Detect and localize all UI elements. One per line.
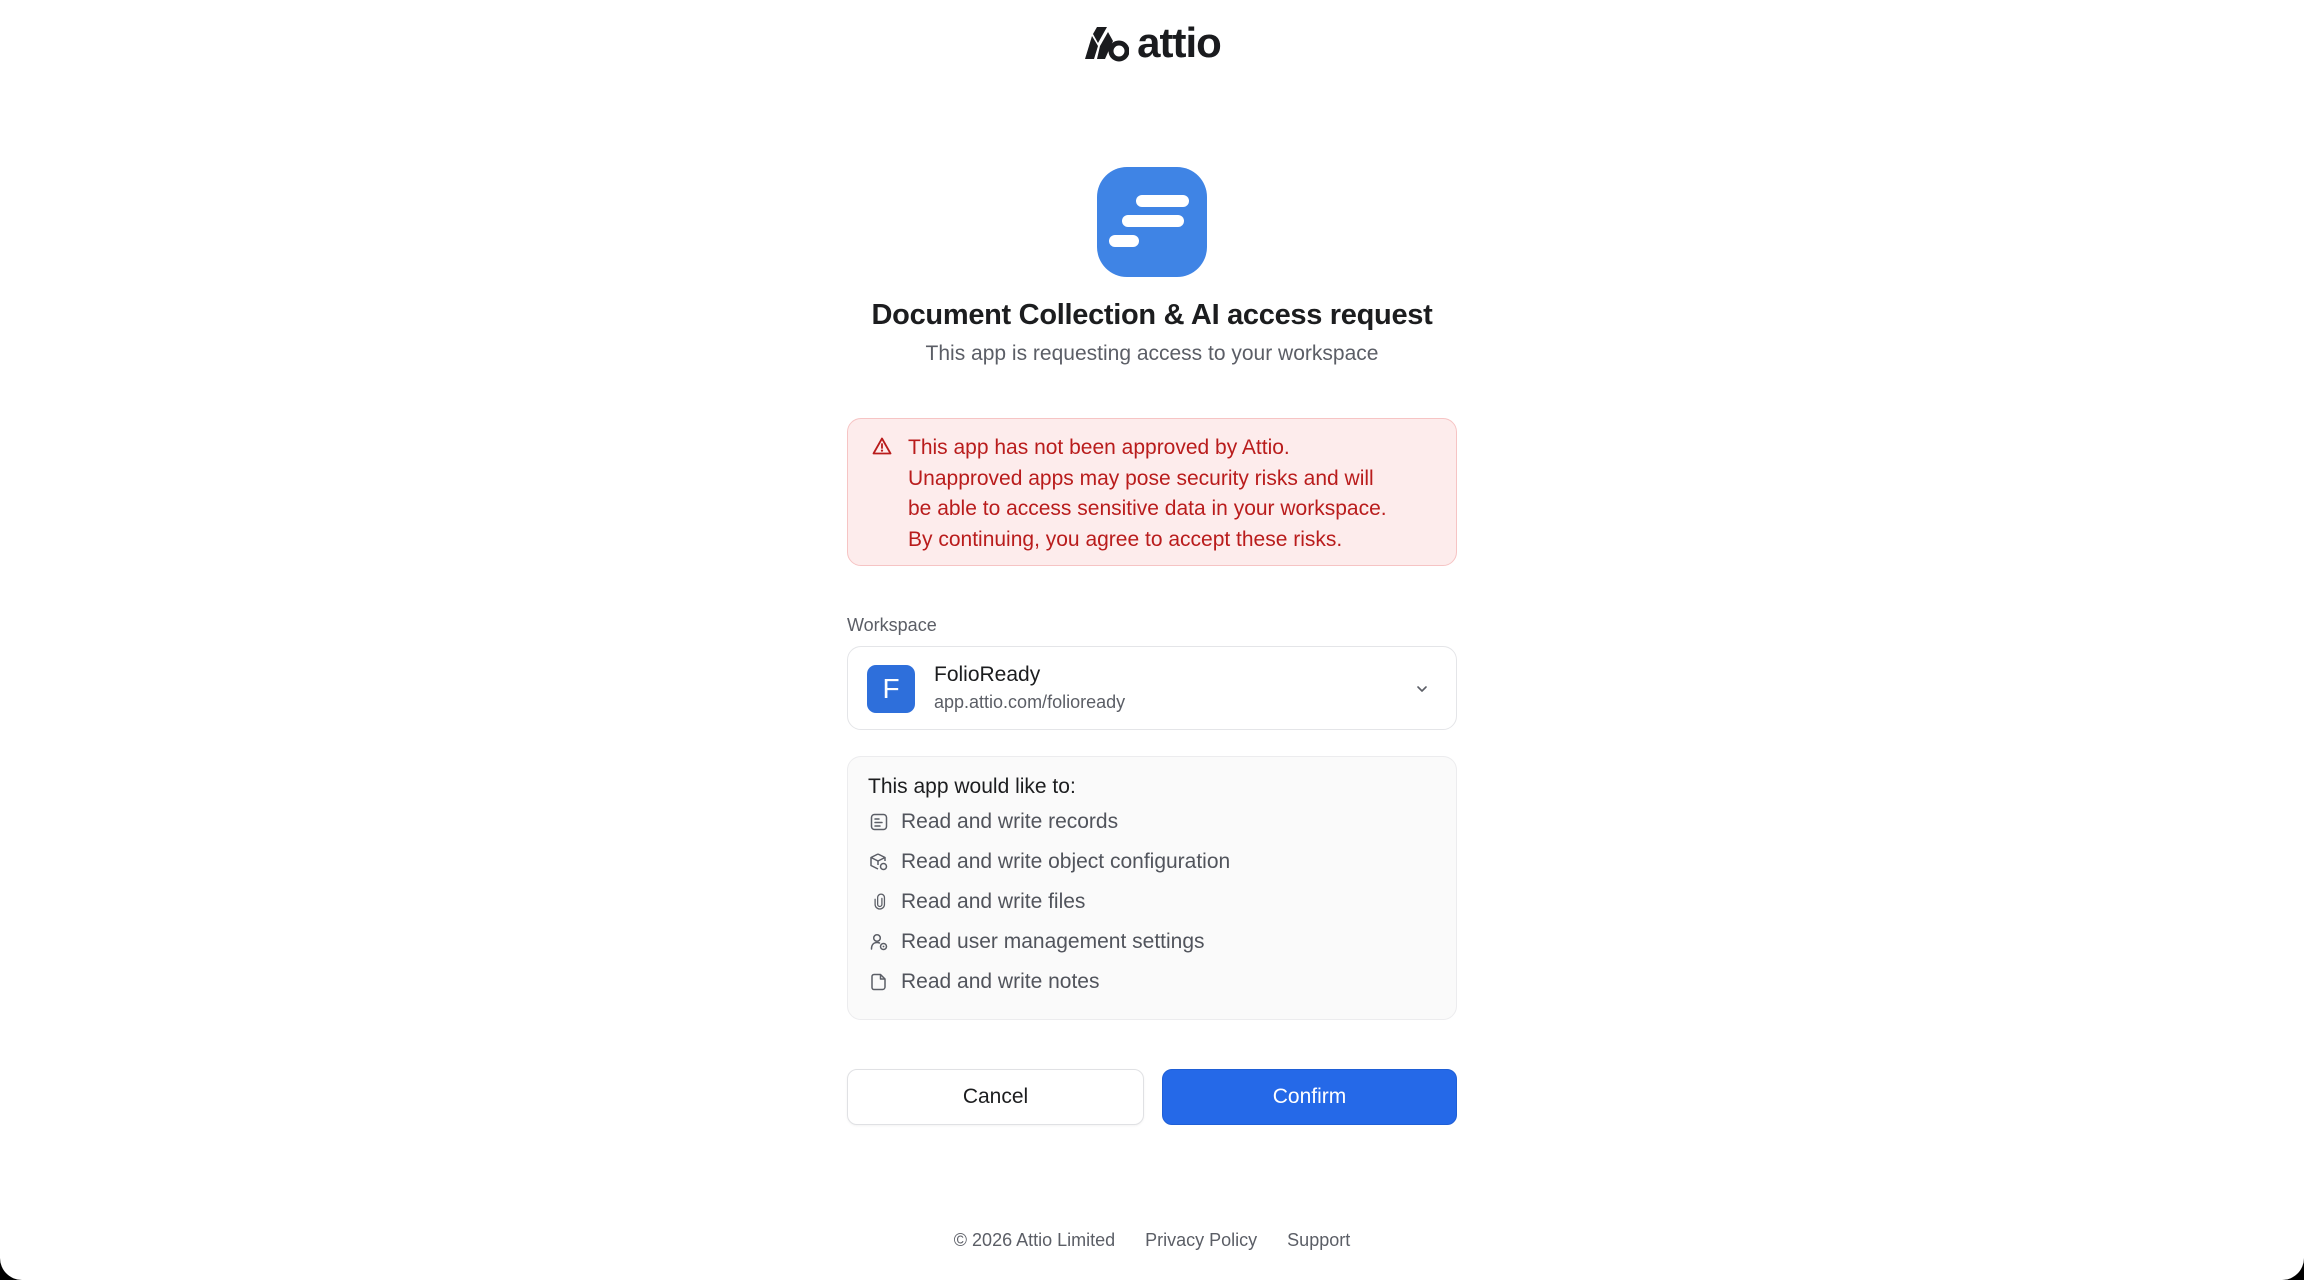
- chevron-down-icon: [1414, 681, 1430, 702]
- object-config-icon: [868, 851, 890, 873]
- warning-line: This app has not been approved by Attio.: [908, 436, 1290, 459]
- permissions-panel: This app would like to: Read and write r…: [847, 756, 1457, 1020]
- warning-text: This app has not been approved by Attio.…: [908, 433, 1436, 555]
- security-warning-banner: This app has not been approved by Attio.…: [847, 418, 1457, 566]
- records-icon: [868, 811, 890, 833]
- page-footer: © 2026 Attio Limited Privacy Policy Supp…: [0, 1230, 2304, 1251]
- permission-label: Read and write notes: [901, 970, 1100, 993]
- user-settings-icon: [868, 931, 890, 953]
- workspace-name: FolioReady: [934, 663, 1041, 686]
- note-icon: [868, 971, 890, 993]
- permission-label: Read and write object configuration: [901, 850, 1231, 873]
- warning-line: be able to access sensitive data in your…: [908, 497, 1387, 520]
- brand-header: attio: [0, 22, 2304, 64]
- confirm-button[interactable]: Confirm: [1162, 1069, 1457, 1125]
- page-title: Document Collection & AI access request: [871, 299, 1433, 331]
- workspace-select[interactable]: F FolioReady app.attio.com/folioready: [847, 646, 1457, 730]
- support-link[interactable]: Support: [1287, 1230, 1350, 1251]
- permission-item: Read and write notes: [868, 967, 1099, 997]
- warning-line: By continuing, you agree to accept these…: [908, 527, 1343, 551]
- copyright-text: © 2026 Attio Limited: [953, 1230, 1116, 1250]
- permission-item: Read and write object configuration: [868, 847, 1230, 877]
- permissions-heading: This app would like to:: [868, 775, 1076, 798]
- brand-name: attio: [1137, 19, 1222, 66]
- permission-label: Read and write files: [901, 890, 1086, 913]
- permission-item: Read user management settings: [868, 927, 1205, 957]
- workspace-avatar: F: [867, 665, 915, 713]
- oauth-consent-window: attio Document Collection & AI access re…: [0, 0, 2304, 1280]
- permission-item: Read and write files: [868, 887, 1085, 917]
- warning-line: Unapproved apps may pose security risks …: [908, 466, 1374, 490]
- workspace-url: app.attio.com/folioready: [934, 692, 1126, 712]
- permission-item: Read and write records: [868, 807, 1118, 837]
- warning-triangle-icon: [872, 436, 892, 461]
- attio-logo-icon: [1083, 24, 1130, 62]
- text-lines-icon: [1097, 167, 1207, 277]
- privacy-policy-link[interactable]: Privacy Policy: [1145, 1230, 1257, 1251]
- workspace-label: Workspace: [847, 615, 937, 635]
- permission-label: Read user management settings: [901, 930, 1205, 953]
- permission-label: Read and write records: [901, 810, 1119, 833]
- page-subtitle: This app is requesting access to your wo…: [925, 342, 1379, 365]
- paperclip-icon: [868, 891, 890, 913]
- cancel-button[interactable]: Cancel: [847, 1069, 1144, 1125]
